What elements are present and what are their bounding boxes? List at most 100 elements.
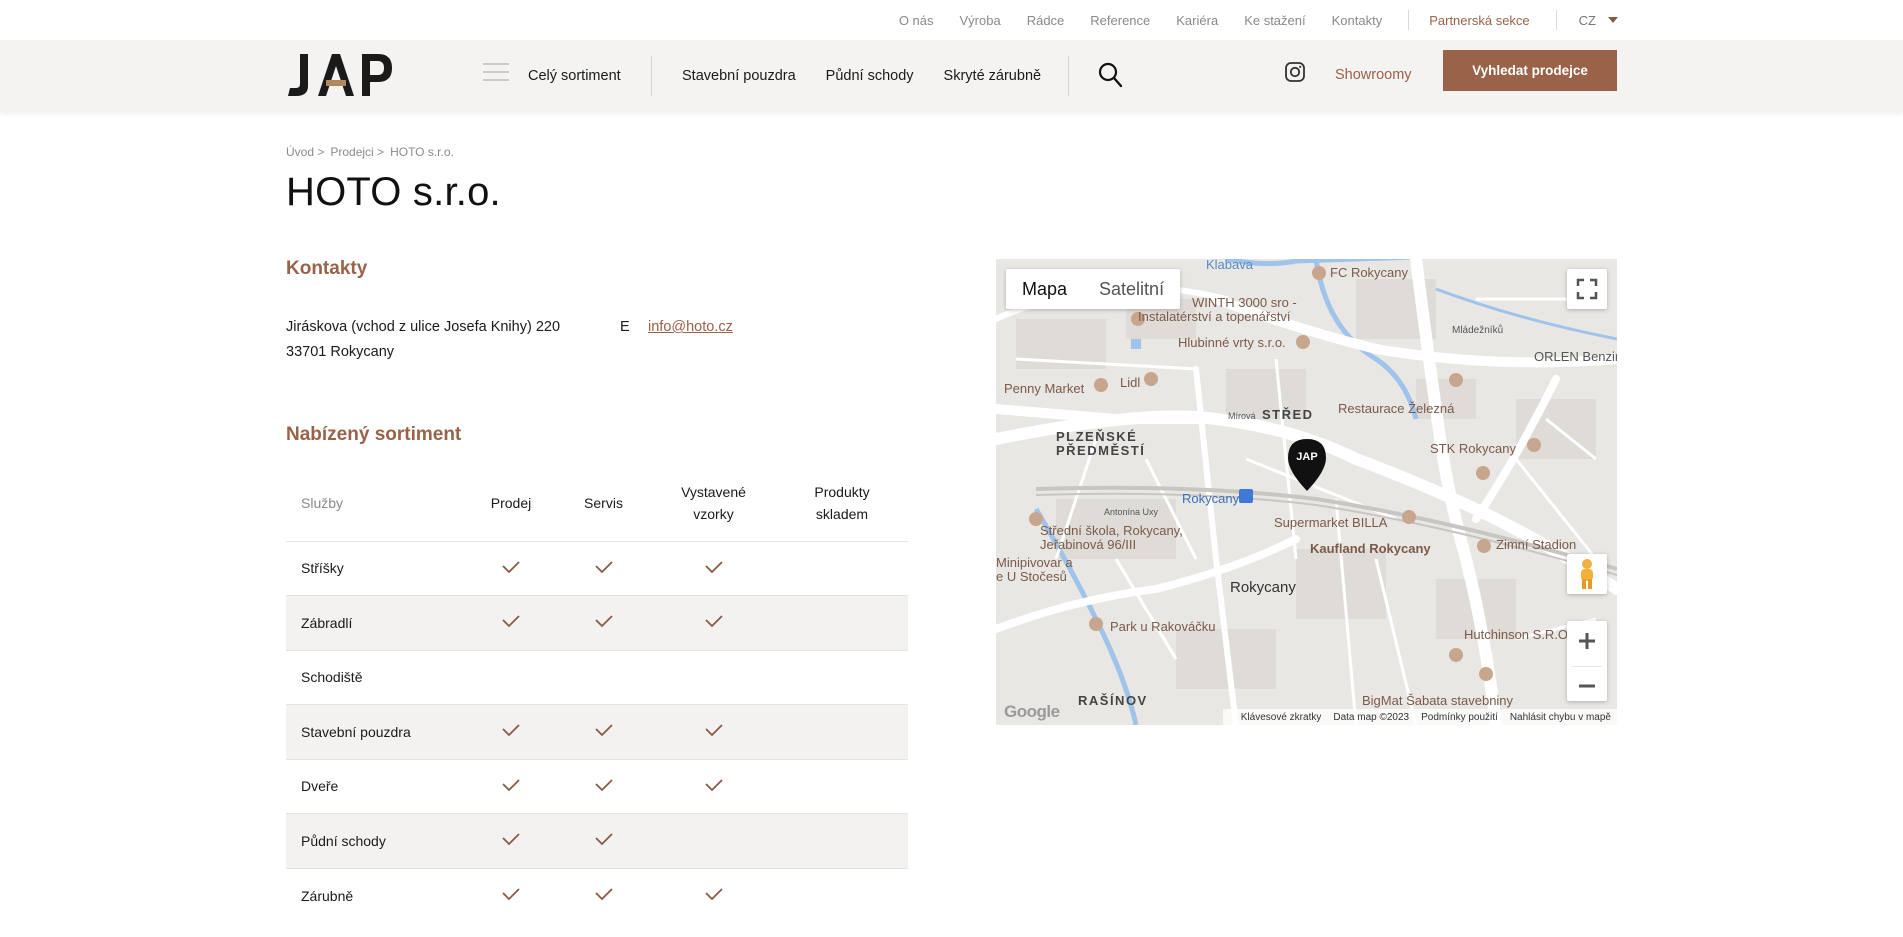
map-label: PLZEŇSKÉ xyxy=(1056,429,1138,444)
map-label: Restaurace Železná xyxy=(1338,401,1455,416)
nav-pudni-schody[interactable]: Půdní schody xyxy=(826,68,914,84)
table-cell xyxy=(776,595,908,650)
table-cell xyxy=(556,813,651,868)
link-kontakty[interactable]: Kontakty xyxy=(1332,13,1383,28)
service-name: Zábradlí xyxy=(286,595,466,650)
checkmark-icon xyxy=(594,724,613,737)
link-o-nas[interactable]: O nás xyxy=(899,13,934,28)
zoom-in-icon[interactable] xyxy=(1567,621,1607,661)
caret-down-icon xyxy=(1608,17,1618,23)
column-header-stock: Produkty skladem xyxy=(814,484,870,523)
keyboard-shortcuts-link[interactable]: Klávesové zkratky xyxy=(1241,712,1322,723)
link-ke-stazeni[interactable]: Ke stažení xyxy=(1244,13,1305,28)
link-radce[interactable]: Rádce xyxy=(1027,13,1065,28)
checkmark-icon xyxy=(594,779,613,792)
table-cell xyxy=(651,595,776,650)
nav-stavebni-pouzdra[interactable]: Stavební pouzdra xyxy=(682,68,796,84)
table-cell xyxy=(776,540,908,596)
map-label: RAŠÍNOV xyxy=(1078,693,1148,708)
table-cell xyxy=(556,595,651,650)
service-name: Stříšky xyxy=(286,540,466,596)
column-header-sale: Prodej xyxy=(490,495,532,512)
page-title: HOTO s.r.o. xyxy=(286,170,501,214)
breadcrumb-home[interactable]: Úvod > xyxy=(286,145,324,159)
service-name: Půdní schody xyxy=(286,813,466,868)
table-row: Stavební pouzdra xyxy=(286,704,908,759)
map-label: WINTH 3000 sro - xyxy=(1192,295,1297,310)
checkmark-icon xyxy=(502,724,520,737)
table-cell xyxy=(651,867,776,923)
map-label: Střední škola, Rokycany, xyxy=(1040,523,1183,538)
search-icon[interactable] xyxy=(1097,60,1123,90)
language-label: CZ xyxy=(1578,12,1596,28)
link-vyroba[interactable]: Výroba xyxy=(960,13,1001,28)
language-selector[interactable]: CZ xyxy=(1579,13,1618,28)
checkmark-icon xyxy=(594,833,613,846)
table-cell xyxy=(556,540,651,596)
showrooms-link[interactable]: Showroomy xyxy=(1335,40,1412,112)
table-cell xyxy=(466,649,556,705)
column-header-services: Služby xyxy=(301,495,344,512)
link-partner-section[interactable]: Partnerská sekce xyxy=(1429,13,1529,28)
link-kariera[interactable]: Kariéra xyxy=(1176,13,1218,28)
google-logo: Google xyxy=(1004,702,1060,721)
jap-logo-icon[interactable] xyxy=(286,52,394,98)
table-cell xyxy=(556,867,651,923)
address-line-2: 33701 Rokycany xyxy=(286,344,395,360)
breadcrumb: Úvod > Prodejci > HOTO s.r.o. xyxy=(286,145,460,159)
table-cell xyxy=(651,758,776,814)
nav-skryte-zarubne[interactable]: Skryté zárubně xyxy=(944,68,1042,84)
column-header-service: Servis xyxy=(584,495,623,512)
divider xyxy=(1555,10,1557,30)
checkmark-icon xyxy=(594,888,613,901)
all-products-link[interactable]: Celý sortiment xyxy=(528,40,621,112)
service-name: Zárubně xyxy=(286,867,466,923)
street-view-button[interactable] xyxy=(1567,554,1607,594)
map-type-map-button[interactable]: Mapa xyxy=(1006,269,1083,309)
checkmark-icon xyxy=(704,615,723,628)
menu-hamburger-icon[interactable] xyxy=(483,63,509,87)
link-reference[interactable]: Reference xyxy=(1090,13,1150,28)
divider xyxy=(651,56,652,96)
table-cell xyxy=(776,813,908,868)
table-cell xyxy=(556,704,651,759)
top-utility-bar: O nás Výroba Rádce Reference Kariéra Ke … xyxy=(0,0,1903,40)
table-cell xyxy=(651,813,776,868)
breadcrumb-dealers[interactable]: Prodejci > xyxy=(330,145,384,159)
checkmark-icon xyxy=(594,615,613,628)
email-link[interactable]: info@hoto.cz xyxy=(648,315,733,340)
report-error-link[interactable]: Nahlásit chybu v mapě xyxy=(1510,712,1611,723)
checkmark-icon xyxy=(502,833,520,846)
map-footer: Klávesové zkratky Data map ©2023 Podmínk… xyxy=(1222,709,1617,725)
divider xyxy=(1408,10,1410,30)
marker-label: JAP xyxy=(1296,451,1317,463)
instagram-icon[interactable] xyxy=(1284,61,1306,83)
table-cell xyxy=(466,813,556,868)
main-nav: Stavební pouzdra Půdní schody Skryté zár… xyxy=(682,40,1071,112)
contacts-heading: Kontakty xyxy=(286,258,368,279)
table-cell xyxy=(776,649,908,705)
table-cell xyxy=(466,704,556,759)
address: Jiráskova (vchod z ulice Josefa Knihy) 2… xyxy=(286,315,560,365)
fullscreen-button[interactable] xyxy=(1567,269,1607,309)
map-label: e U Stočesů xyxy=(996,569,1067,584)
map-label: STŘED xyxy=(1262,407,1314,422)
map-label: Hlubinné vrty s.r.o. xyxy=(1178,335,1286,350)
map-widget[interactable]: Klabava FC Rokycany WINTH 3000 sro - Ins… xyxy=(996,259,1617,725)
fullscreen-icon xyxy=(1576,278,1598,300)
breadcrumb-current: HOTO s.r.o. xyxy=(390,145,454,159)
zoom-out-icon[interactable] xyxy=(1567,667,1607,706)
terms-link[interactable]: Podmínky použití xyxy=(1421,712,1498,723)
table-row: Půdní schody xyxy=(286,813,908,868)
map-type-satellite-button[interactable]: Satelitní xyxy=(1083,269,1180,309)
map-type-toggle: Mapa Satelitní xyxy=(1006,269,1181,309)
find-dealer-button[interactable]: Vyhledat prodejce xyxy=(1443,50,1617,91)
table-cell xyxy=(651,649,776,705)
divider xyxy=(1068,56,1069,96)
service-name: Dveře xyxy=(286,758,466,814)
map-label: Kaufland Rokycany xyxy=(1310,541,1431,556)
zoom-control xyxy=(1567,621,1607,701)
location-pin-icon[interactable]: JAP xyxy=(1286,437,1328,493)
map-label: Rokycany xyxy=(1230,579,1296,596)
table-cell xyxy=(466,540,556,596)
